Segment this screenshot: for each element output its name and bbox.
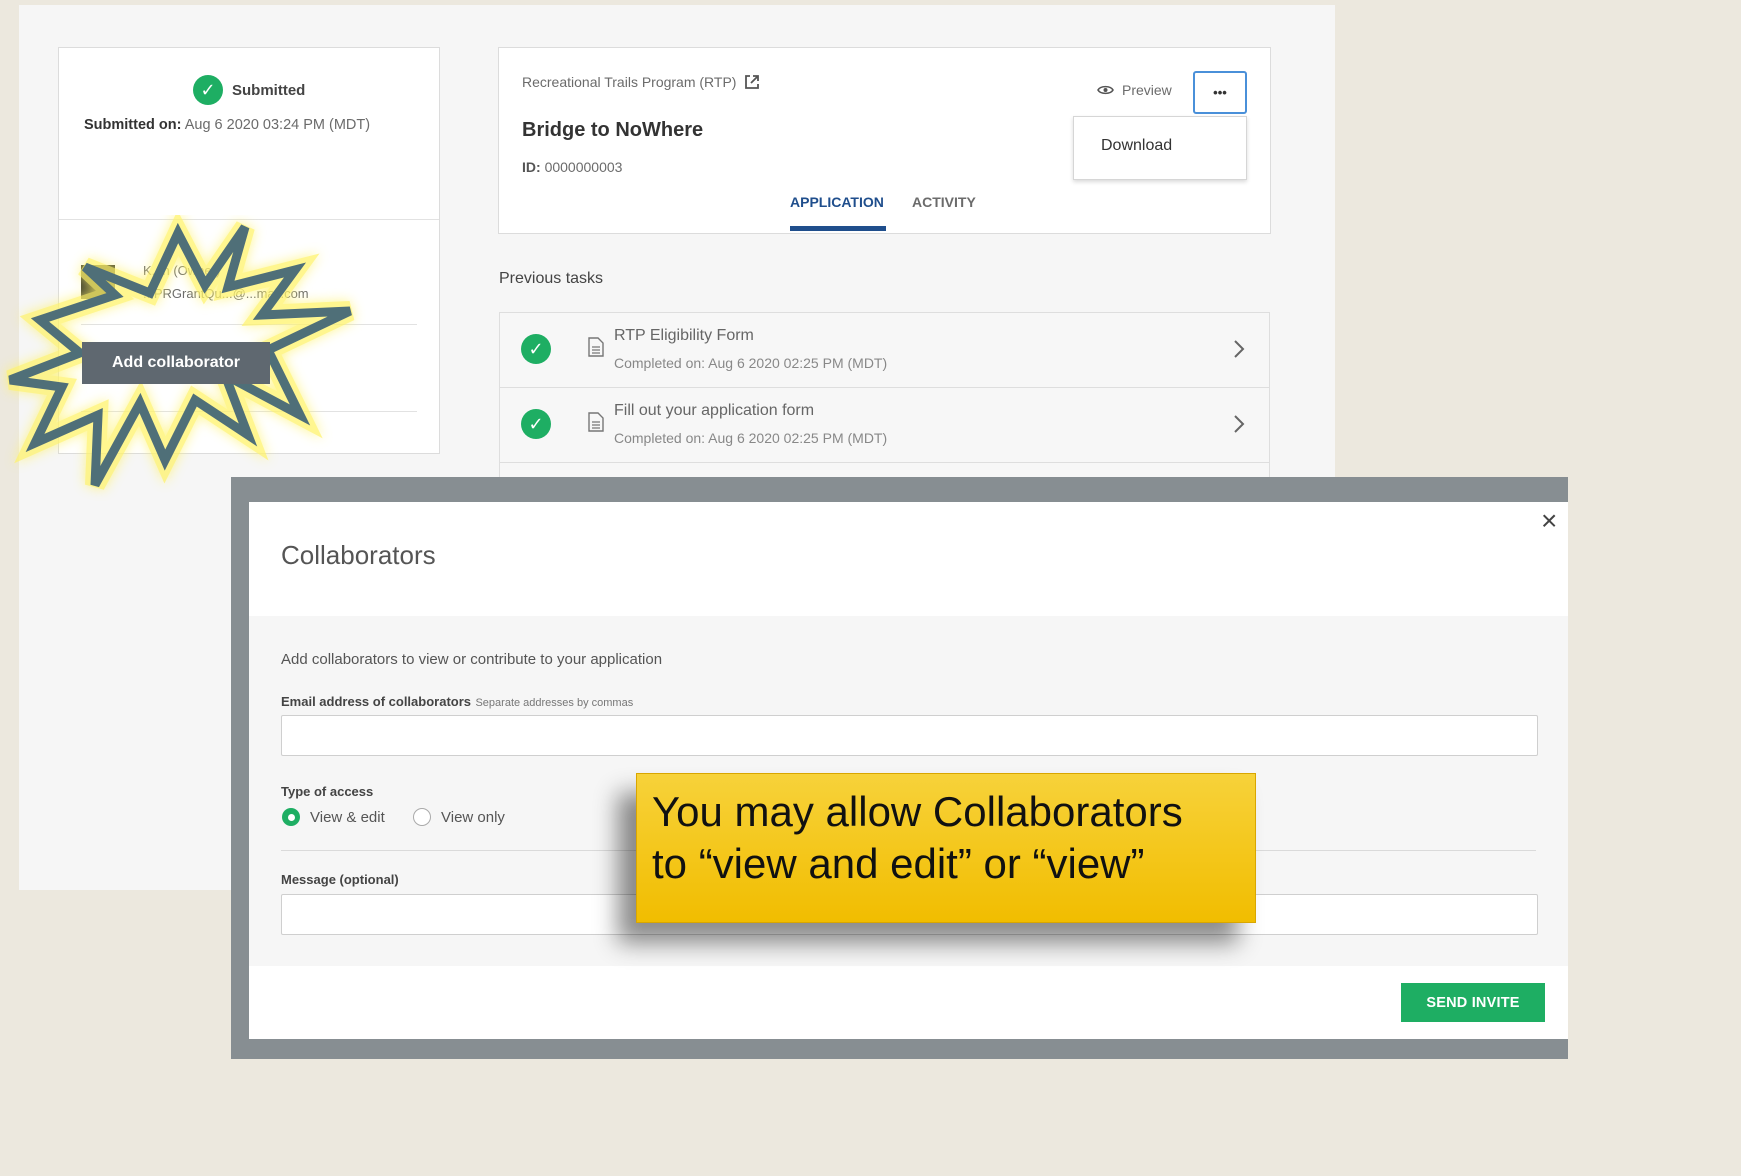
callout-box: You may allow Collaborators to “view and… [636, 773, 1256, 923]
task-title: Fill out your application form [614, 402, 815, 419]
task-completed: Completed on: Aug 6 2020 02:25 PM (MDT) [614, 355, 888, 371]
more-options-menu: Download [1073, 116, 1247, 180]
tab-activity[interactable]: ACTIVITY [912, 194, 976, 210]
application-id: ID: 0000000003 [522, 159, 622, 175]
chevron-right-icon [1234, 340, 1245, 358]
callout-line-1: You may allow Collaborators [652, 788, 1183, 835]
radio-view-edit-label: View & edit [310, 808, 385, 826]
application-title: Bridge to NoWhere [522, 119, 704, 141]
task-row[interactable]: ✓ Fill out your application form Complet… [499, 387, 1270, 463]
task-completed: Completed on: Aug 6 2020 02:25 PM (MDT) [614, 430, 888, 446]
check-icon: ✓ [521, 334, 551, 364]
access-type-label: Type of access [281, 784, 374, 799]
active-tab-indicator [790, 226, 886, 231]
email-hint: Separate addresses by commas [475, 697, 634, 709]
task-title: RTP Eligibility Form [614, 327, 754, 344]
submitted-on-value: Aug 6 2020 03:24 PM (MDT) [184, 117, 371, 133]
program-link[interactable]: Recreational Trails Program (RTP) [522, 74, 760, 90]
add-collaborator-button[interactable]: Add collaborator [82, 342, 270, 384]
task-row[interactable]: ✓ RTP Eligibility Form Completed on: Aug… [499, 312, 1270, 388]
submitted-on-label: Submitted on: [84, 117, 182, 133]
document-icon [588, 412, 604, 432]
close-icon[interactable]: × [1541, 506, 1557, 536]
modal-title: Collaborators [281, 540, 436, 570]
status-header: ✓ Submitted [193, 75, 305, 105]
callout-line-2: to “view and edit” or “view” [652, 840, 1145, 887]
program-name: Recreational Trails Program (RTP) [522, 74, 737, 90]
radio-view-only[interactable]: View only [413, 808, 505, 826]
chevron-right-icon [1234, 415, 1245, 433]
email-field[interactable] [281, 715, 1538, 756]
email-field-label: Email address of collaborators Separate … [281, 693, 633, 711]
radio-view-only-label: View only [441, 808, 505, 826]
send-invite-button[interactable]: SEND INVITE [1401, 983, 1545, 1022]
check-icon: ✓ [193, 75, 223, 105]
more-options-button[interactable]: ••• [1193, 71, 1247, 114]
radio-unselected-icon [413, 808, 431, 826]
document-icon [588, 337, 604, 357]
submitted-on: Submitted on: Aug 6 2020 03:24 PM (MDT) [84, 117, 370, 133]
radio-selected-icon [282, 808, 300, 826]
check-icon: ✓ [521, 409, 551, 439]
menu-item-download[interactable]: Download [1101, 137, 1172, 155]
preview-button[interactable]: Preview [1097, 82, 1172, 98]
previous-tasks-heading: Previous tasks [499, 270, 604, 287]
status-label: Submitted [232, 81, 306, 99]
id-value: 0000000003 [544, 159, 623, 175]
external-link-icon [745, 75, 760, 89]
preview-label: Preview [1122, 82, 1172, 98]
modal-intro: Add collaborators to view or contribute … [281, 651, 663, 668]
id-label: ID: [522, 159, 541, 175]
eye-icon [1097, 85, 1114, 95]
message-label: Message (optional) [281, 872, 399, 887]
email-label: Email address of collaborators [281, 694, 472, 709]
radio-view-edit[interactable]: View & edit [282, 808, 385, 826]
tab-application[interactable]: APPLICATION [790, 194, 884, 210]
